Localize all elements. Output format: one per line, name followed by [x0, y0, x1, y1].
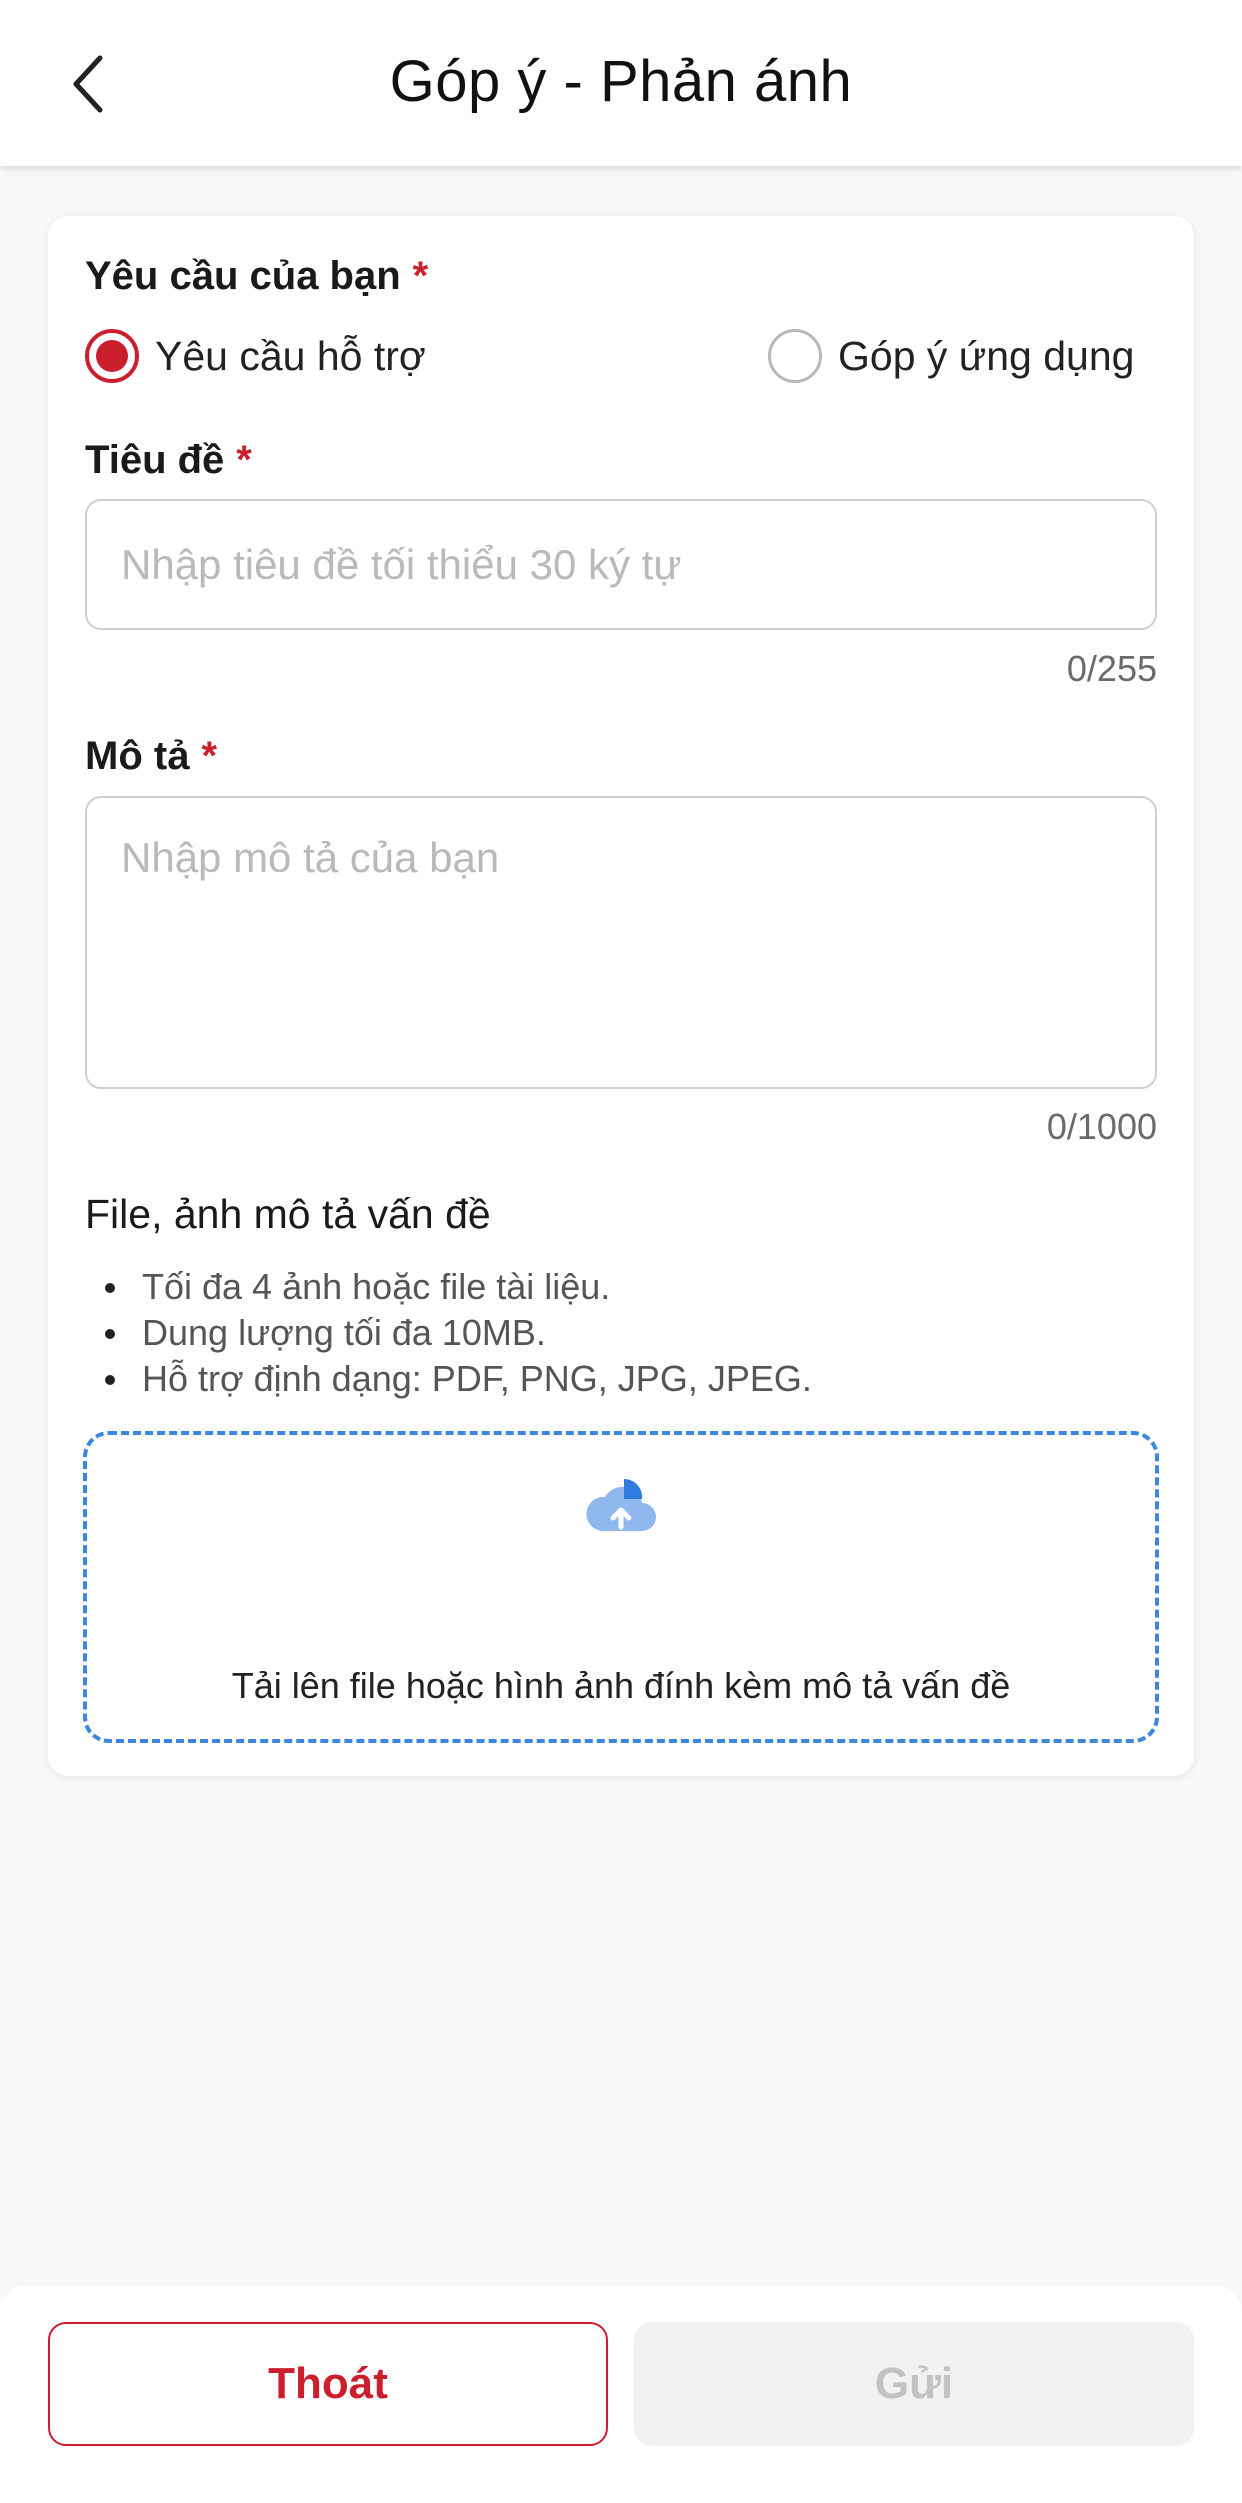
request-type-label: Yêu cầu của bạn *: [85, 254, 429, 298]
attachments-title: File, ảnh mô tả vấn đề: [85, 1191, 491, 1237]
radio-selected-icon: [85, 329, 139, 383]
radio-label: Góp ý ứng dụng: [838, 332, 1135, 379]
send-button[interactable]: Gửi: [634, 2322, 1194, 2446]
list-item: Hỗ trợ định dạng: PDF, PNG, JPG, JPEG.: [105, 1356, 812, 1402]
radio-label: Yêu cầu hỗ trợ: [155, 332, 426, 379]
required-mark: *: [236, 438, 252, 482]
upload-instruction: Tải lên file hoặc hình ảnh đính kèm mô t…: [231, 1665, 1011, 1706]
radio-unselected-icon: [768, 329, 822, 383]
title-field-label: Tiêu đề *: [85, 438, 252, 482]
upload-dropzone[interactable]: Tải lên file hoặc hình ảnh đính kèm mô t…: [83, 1431, 1159, 1743]
exit-button[interactable]: Thoát: [48, 2322, 608, 2446]
title-char-counter: 0/255: [1066, 648, 1157, 689]
required-mark: *: [412, 254, 429, 298]
page-title: Góp ý - Phản ánh: [389, 49, 853, 114]
required-mark: *: [201, 734, 218, 778]
cloud-upload-icon: [586, 1478, 656, 1531]
radio-support-request[interactable]: Yêu cầu hỗ trợ: [85, 329, 426, 383]
attachment-rules-list: Tối đa 4 ảnh hoặc file tài liệu. Dung lư…: [105, 1264, 812, 1402]
list-item: Dung lượng tối đa 10MB.: [105, 1310, 812, 1356]
feedback-form-card: Yêu cầu của bạn * Yêu cầu hỗ trợ Góp ý ứn…: [48, 216, 1194, 1776]
title-input[interactable]: [85, 499, 1157, 630]
description-field-label: Mô tả *: [85, 734, 218, 778]
list-item: Tối đa 4 ảnh hoặc file tài liệu.: [105, 1264, 812, 1310]
action-bar: Thoát Gửi: [0, 2286, 1242, 2503]
description-char-counter: 0/1000: [1046, 1106, 1157, 1147]
radio-app-feedback[interactable]: Góp ý ứng dụng: [768, 329, 1134, 383]
description-textarea[interactable]: [85, 796, 1157, 1089]
app-header: Góp ý - Phản ánh: [0, 0, 1242, 166]
